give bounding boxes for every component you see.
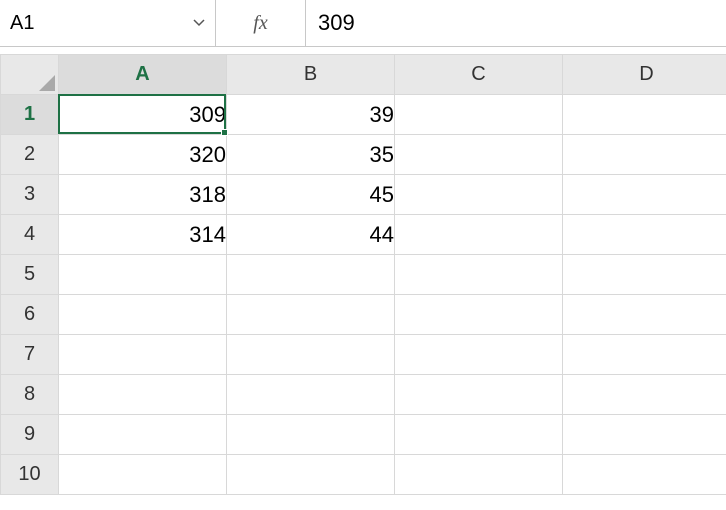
column-header-B[interactable]: B [227, 55, 395, 95]
cell-B2[interactable]: 35 [227, 135, 395, 175]
cell-B3[interactable]: 45 [227, 175, 395, 215]
cell-A3[interactable]: 318 [59, 175, 227, 215]
row-header-4[interactable]: 4 [1, 215, 59, 255]
cell-B4[interactable]: 44 [227, 215, 395, 255]
cell-A7[interactable] [59, 335, 227, 375]
cell-A4[interactable]: 314 [59, 215, 227, 255]
row-header-6[interactable]: 6 [1, 295, 59, 335]
cell-A10[interactable] [59, 455, 227, 495]
formula-input-container [306, 0, 726, 47]
row-header-2[interactable]: 2 [1, 135, 59, 175]
cell-A6[interactable] [59, 295, 227, 335]
cell-C4[interactable] [395, 215, 563, 255]
spreadsheet-grid[interactable]: ABCD 130939 232035 331845 431444 5678910 [0, 54, 726, 495]
cell-D8[interactable] [563, 375, 726, 415]
cell-B9[interactable] [227, 415, 395, 455]
cell-C8[interactable] [395, 375, 563, 415]
formula-bar: fx [0, 0, 726, 48]
cell-B7[interactable] [227, 335, 395, 375]
select-all-corner[interactable] [1, 55, 59, 95]
cell-C3[interactable] [395, 175, 563, 215]
cell-A1[interactable]: 309 [59, 95, 227, 135]
column-header-C[interactable]: C [395, 55, 563, 95]
cell-C9[interactable] [395, 415, 563, 455]
select-all-triangle-icon [39, 75, 55, 91]
cell-D4[interactable] [563, 215, 726, 255]
cell-B10[interactable] [227, 455, 395, 495]
cell-B1[interactable]: 39 [227, 95, 395, 135]
cell-A2[interactable]: 320 [59, 135, 227, 175]
cell-B6[interactable] [227, 295, 395, 335]
cell-A9[interactable] [59, 415, 227, 455]
cell-C1[interactable] [395, 95, 563, 135]
column-header-D[interactable]: D [563, 55, 726, 95]
cell-C7[interactable] [395, 335, 563, 375]
cell-A5[interactable] [59, 255, 227, 295]
cell-C10[interactable] [395, 455, 563, 495]
cell-B5[interactable] [227, 255, 395, 295]
insert-function-button[interactable]: fx [216, 0, 306, 47]
row-header-7[interactable]: 7 [1, 335, 59, 375]
chevron-down-icon[interactable] [191, 14, 207, 32]
cell-B8[interactable] [227, 375, 395, 415]
cell-D2[interactable] [563, 135, 726, 175]
cell-D5[interactable] [563, 255, 726, 295]
row-header-3[interactable]: 3 [1, 175, 59, 215]
fx-icon: fx [253, 12, 267, 35]
cell-D10[interactable] [563, 455, 726, 495]
cell-D6[interactable] [563, 295, 726, 335]
cell-D3[interactable] [563, 175, 726, 215]
cell-C5[interactable] [395, 255, 563, 295]
row-header-8[interactable]: 8 [1, 375, 59, 415]
formula-input[interactable] [316, 9, 716, 37]
row-header-9[interactable]: 9 [1, 415, 59, 455]
name-box[interactable] [0, 0, 216, 47]
cell-D1[interactable] [563, 95, 726, 135]
cell-A8[interactable] [59, 375, 227, 415]
row-header-5[interactable]: 5 [1, 255, 59, 295]
column-header-A[interactable]: A [59, 55, 227, 95]
cell-D7[interactable] [563, 335, 726, 375]
cell-C2[interactable] [395, 135, 563, 175]
cell-C6[interactable] [395, 295, 563, 335]
row-header-10[interactable]: 10 [1, 455, 59, 495]
name-box-input[interactable] [8, 11, 191, 36]
row-header-1[interactable]: 1 [1, 95, 59, 135]
cell-D9[interactable] [563, 415, 726, 455]
